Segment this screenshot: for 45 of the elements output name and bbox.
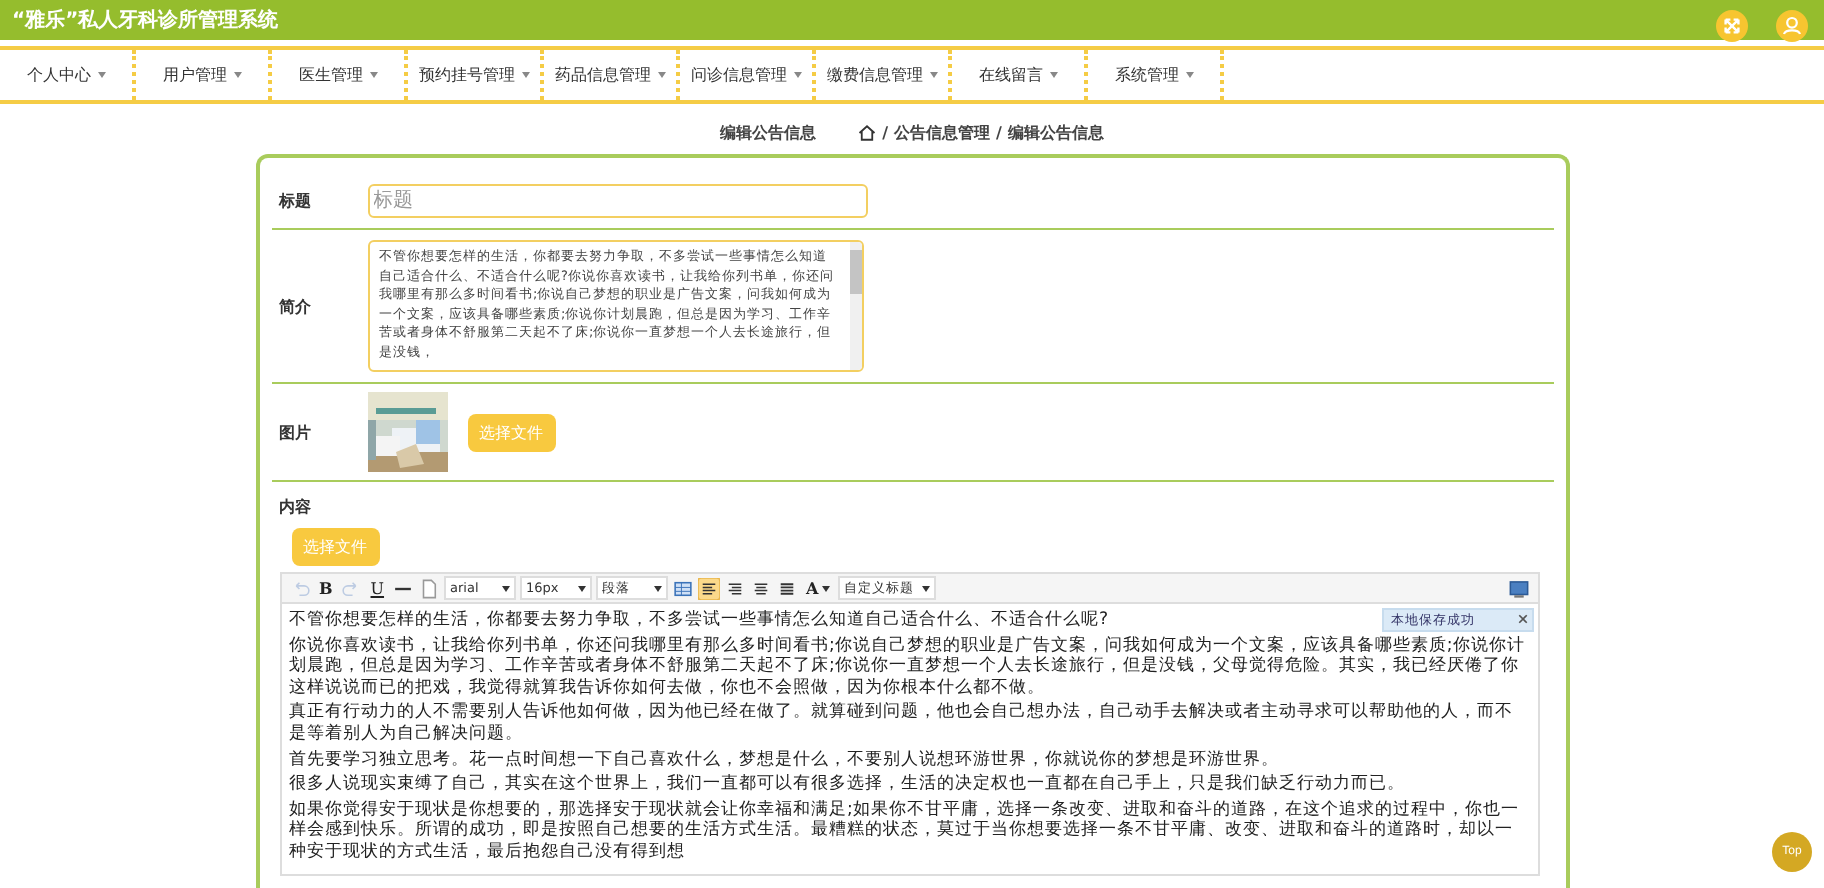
field-label: 简介 xyxy=(277,295,313,317)
editor-paragraph: 如果你觉得安于现状是你想要的，那选择安于现状就会让你幸福和满足;如果你不甘平庸，选择一条改变、进取和奋斗的道路，在这个追求的过程中，你也一样会感到快乐。所谓的成功，即是按照自己想要的生活方式生活。最糟糕的状态，莫过于当你想要选择一条不甘平庸、改变、进取和奋斗的道路时，却以一种安于现状的方式生活，最后抱怨自己没有得到想 xyxy=(289,799,1521,864)
editor-paragraph: 首先要学习独立思考。花一点时间想一下自己喜欢什么，梦想是什么，不要别人说想环游世界，你就说你的梦想是环游世界。 xyxy=(289,749,1281,771)
caret-icon xyxy=(233,72,241,78)
nav-menu-item[interactable]: 个人中心 xyxy=(0,50,136,100)
field-label: 内容 xyxy=(277,496,313,518)
nav-menu-item[interactable]: 预约挂号管理 xyxy=(408,50,544,100)
editor-paragraph: 你说你喜欢读书，让我给你列书单，你还问我哪里有那么多时间看书;你说自己梦想的职业是广告文案，问我如何成为一个文案，应该具备哪些素质;你说你计划晨跑，但总是因为学习、工作辛苦或者身体不舒服第二天起不了床;你说你一直梦想一个人去长途旅行，但是没钱，父母觉得危险。其实，我已经厌倦了你这样说说而已的把戏，我觉得就算我告诉你如何去做，你也不会照做，因为你根本什么都不做。 xyxy=(289,635,1527,699)
caret-icon xyxy=(369,72,377,78)
caret-icon xyxy=(1185,72,1193,78)
scrollbar[interactable] xyxy=(849,242,861,370)
app-title: “雅乐”私人牙科诊所管理系统 xyxy=(12,7,279,34)
caret-icon xyxy=(929,72,937,78)
breadcrumb-link[interactable]: 公告信息管理 xyxy=(894,122,990,144)
justify-icon[interactable] xyxy=(776,577,799,599)
nav-menu-item[interactable]: 系统管理 xyxy=(1088,50,1224,100)
breadcrumb-separator: / xyxy=(996,124,1002,142)
nav-menu-item[interactable]: 缴费信息管理 xyxy=(816,50,952,100)
field-label: 标题 xyxy=(276,190,313,212)
editor-paragraph: 真正有行动力的人不需要别人告诉他如何做，因为他已经在做了。就算碰到问题，他也会自己想办法，自己动手去解决或者主动寻求可以帮助他的人，而不是等着别人为自己解决问题。 xyxy=(289,702,1515,746)
breadcrumb-separator: / xyxy=(882,124,888,142)
nav-menu-item[interactable]: 在线留言 xyxy=(952,50,1088,100)
fullscreen-icon[interactable] xyxy=(1507,577,1529,599)
bold-button[interactable]: B xyxy=(315,578,337,598)
nav-menu-item[interactable]: 医生管理 xyxy=(272,50,408,100)
caret-icon xyxy=(657,72,665,78)
caret-icon xyxy=(793,72,801,78)
home-icon[interactable] xyxy=(858,124,877,142)
caret-icon xyxy=(1049,72,1057,78)
nav-menu-item[interactable]: 药品信息管理 xyxy=(544,50,680,100)
underline-button[interactable]: U xyxy=(366,579,389,597)
caret-icon xyxy=(97,72,105,78)
align-left-icon[interactable] xyxy=(698,577,721,599)
nav-menu-item[interactable]: 用户管理 xyxy=(136,50,272,100)
editor-paragraph: 不管你想要怎样的生活，你都要去努力争取，不多尝试一些事情怎么知道自己适合什么、不适合什么呢? xyxy=(289,610,1109,632)
nav-menu-item[interactable]: 问诊信息管理 xyxy=(680,50,816,100)
close-icon[interactable] xyxy=(1517,614,1527,624)
caret-icon xyxy=(521,72,529,78)
breadcrumb-link[interactable]: 编辑公告信息 xyxy=(1007,122,1104,144)
page-title: 编辑公告信息 xyxy=(720,122,817,144)
field-label: 图片 xyxy=(277,421,313,443)
title-input-field[interactable]: 标题 xyxy=(367,184,867,218)
font-color-button[interactable]: A xyxy=(802,578,835,598)
table-icon[interactable] xyxy=(672,577,695,599)
editor-paragraph: 很多人说现实束缚了自己，其实在这个世界上，我们一直都可以有很多选择，生活的决定权也一直都在自己手上，只是我们缺乏行动力而已。 xyxy=(289,774,1407,796)
